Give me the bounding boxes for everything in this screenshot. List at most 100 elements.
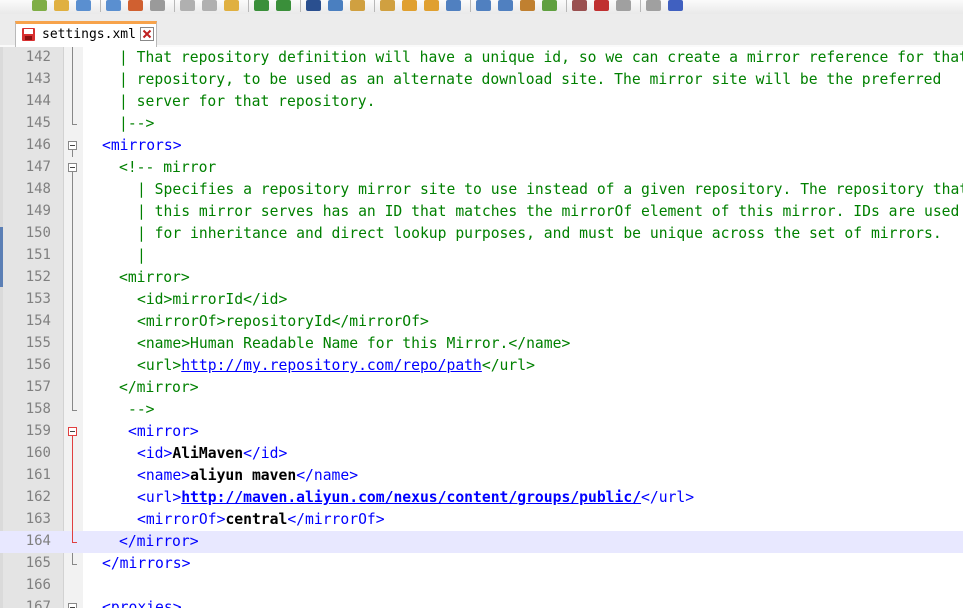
fold-marker[interactable] bbox=[64, 597, 83, 608]
code-token: </mirrors> bbox=[102, 555, 191, 572]
save-all-icon[interactable] bbox=[594, 0, 609, 11]
paste-icon[interactable] bbox=[224, 0, 239, 11]
new-file-icon[interactable] bbox=[32, 0, 47, 11]
line-number: 156 bbox=[25, 357, 51, 373]
code-token: <mirror> bbox=[128, 423, 199, 440]
code-text: </mirrors> bbox=[102, 555, 190, 573]
open-icon[interactable] bbox=[54, 0, 69, 11]
code-token: aliyun maven bbox=[190, 467, 297, 484]
code-token: AliMaven bbox=[172, 445, 244, 462]
line-number: 144 bbox=[25, 93, 51, 109]
code-token: </url> bbox=[481, 357, 535, 374]
close-icon[interactable] bbox=[128, 0, 143, 11]
fold-marker bbox=[64, 575, 83, 597]
code-text: <url>http://maven.aliyun.com/nexus/conte… bbox=[137, 489, 694, 507]
fold-marker bbox=[64, 399, 83, 421]
code-line[interactable]: 144 | server for that repository. bbox=[0, 91, 963, 113]
code-token: <mirrorOf>repositoryId</mirrorOf> bbox=[137, 313, 429, 330]
fold-marker bbox=[64, 113, 83, 135]
cut-icon[interactable] bbox=[668, 0, 683, 11]
macro-record-icon[interactable] bbox=[476, 0, 491, 11]
code-line[interactable]: 155 <name>Human Readable Name for this Mi… bbox=[0, 333, 963, 355]
indent-guide-icon[interactable] bbox=[446, 0, 461, 11]
code-text: <mirrorOf>repositoryId</mirrorOf> bbox=[137, 313, 429, 331]
toolbar-separator bbox=[470, 0, 471, 12]
redo-icon[interactable] bbox=[276, 0, 291, 11]
code-token: central bbox=[225, 511, 288, 528]
code-text: <id>AliMaven</id> bbox=[137, 445, 287, 463]
code-token: <id> bbox=[137, 445, 173, 462]
fold-marker bbox=[64, 465, 83, 487]
line-number: 164 bbox=[25, 533, 51, 549]
line-number: 147 bbox=[25, 159, 51, 175]
code-text: <mirrorOf>central</mirrorOf> bbox=[137, 511, 385, 529]
code-line[interactable]: 160 <id>AliMaven</id> bbox=[0, 443, 963, 465]
code-text: | bbox=[137, 247, 146, 265]
fold-marker[interactable] bbox=[64, 421, 83, 443]
save-all-icon[interactable] bbox=[106, 0, 121, 11]
code-line[interactable]: 154 <mirrorOf>repositoryId</mirrorOf> bbox=[0, 311, 963, 333]
line-number: 143 bbox=[25, 71, 51, 87]
code-line[interactable]: 151 | bbox=[0, 245, 963, 267]
fold-toggle-icon[interactable] bbox=[68, 163, 77, 172]
fold-toggle-icon[interactable] bbox=[68, 603, 77, 608]
code-line[interactable]: 152 <mirror> bbox=[0, 267, 963, 289]
code-line[interactable]: 167 <proxies> bbox=[0, 597, 963, 608]
code-editor[interactable]: 142 | That repository definition will hav… bbox=[0, 47, 963, 608]
code-line[interactable]: 163 <mirrorOf>central</mirrorOf> bbox=[0, 509, 963, 531]
code-line[interactable]: 153 <id>mirrorId</id> bbox=[0, 289, 963, 311]
code-line[interactable]: 162 <url>http://maven.aliyun.com/nexus/co… bbox=[0, 487, 963, 509]
print-icon[interactable] bbox=[150, 0, 165, 11]
code-line[interactable]: 145 |--> bbox=[0, 113, 963, 135]
code-line[interactable]: 148 | Specifies a repository mirror site … bbox=[0, 179, 963, 201]
new-file-icon[interactable] bbox=[520, 0, 535, 11]
line-number: 153 bbox=[25, 291, 51, 307]
fold-toggle-icon[interactable] bbox=[68, 427, 77, 436]
code-token: <!-- mirror bbox=[119, 159, 217, 176]
code-line[interactable]: 147 <!-- mirror bbox=[0, 157, 963, 179]
code-line[interactable]: 150 | for inheritance and direct lookup p… bbox=[0, 223, 963, 245]
code-line[interactable]: 143 | repository, to be used as an altern… bbox=[0, 69, 963, 91]
code-line[interactable]: 142 | That repository definition will hav… bbox=[0, 47, 963, 69]
save-icon[interactable] bbox=[572, 0, 587, 11]
code-line[interactable]: 165 </mirrors> bbox=[0, 553, 963, 575]
close-tab-icon[interactable] bbox=[140, 27, 154, 41]
line-number: 151 bbox=[25, 247, 51, 263]
toolbar-separator bbox=[300, 0, 301, 12]
code-line[interactable]: 159 <mirror> bbox=[0, 421, 963, 443]
copy-icon[interactable] bbox=[202, 0, 217, 11]
code-text: <url>http://my.repository.com/repo/path<… bbox=[137, 357, 535, 375]
cut-icon[interactable] bbox=[180, 0, 195, 11]
sync-icon[interactable] bbox=[402, 0, 417, 11]
open-icon[interactable] bbox=[542, 0, 557, 11]
macro-play-icon[interactable] bbox=[498, 0, 513, 11]
tab-settings-xml[interactable]: settings.xml bbox=[15, 21, 157, 47]
code-line[interactable]: 164 </mirror> bbox=[0, 531, 963, 553]
url-link[interactable]: http://maven.aliyun.com/nexus/content/gr… bbox=[181, 489, 641, 506]
toolbar-separator bbox=[566, 0, 567, 12]
code-line[interactable]: 146 <mirrors> bbox=[0, 135, 963, 157]
url-link[interactable]: http://my.repository.com/repo/path bbox=[181, 357, 482, 374]
toolbar-separator bbox=[640, 0, 641, 12]
save-icon[interactable] bbox=[76, 0, 91, 11]
zoom-out-icon[interactable] bbox=[380, 0, 395, 11]
zoom-in-icon[interactable] bbox=[350, 0, 365, 11]
code-line[interactable]: 158 --> bbox=[0, 399, 963, 421]
code-line[interactable]: 156 <url>http://my.repository.com/repo/pa… bbox=[0, 355, 963, 377]
code-line[interactable]: 149 | this mirror serves has an ID that m… bbox=[0, 201, 963, 223]
line-number: 150 bbox=[25, 225, 51, 241]
code-line[interactable]: 157 </mirror> bbox=[0, 377, 963, 399]
replace-icon[interactable] bbox=[328, 0, 343, 11]
fold-marker[interactable] bbox=[64, 135, 83, 157]
code-line[interactable]: 161 <name>aliyun maven</name> bbox=[0, 465, 963, 487]
fold-toggle-icon[interactable] bbox=[68, 141, 77, 150]
code-token: <mirror> bbox=[119, 269, 190, 286]
undo-icon[interactable] bbox=[254, 0, 269, 11]
code-line[interactable]: 166 bbox=[0, 575, 963, 597]
wrap-icon[interactable] bbox=[424, 0, 439, 11]
find-icon[interactable] bbox=[306, 0, 321, 11]
fold-marker[interactable] bbox=[64, 157, 83, 179]
close-icon[interactable] bbox=[616, 0, 631, 11]
line-number: 142 bbox=[25, 49, 51, 65]
print-icon[interactable] bbox=[646, 0, 661, 11]
